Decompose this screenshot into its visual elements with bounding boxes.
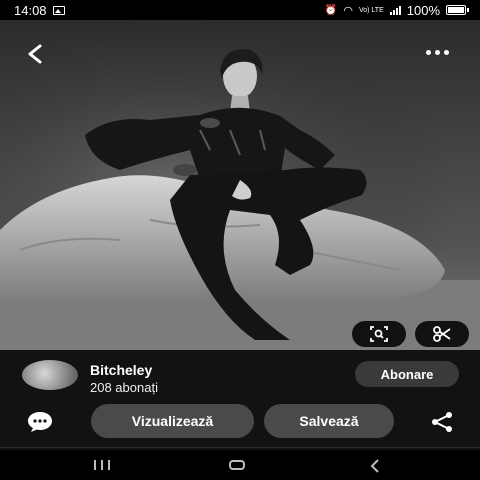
recents-icon[interactable] — [94, 460, 110, 470]
pin-info-panel: Bitcheley 208 abonați Abonare Vizualizea… — [0, 350, 480, 450]
network-type: Vo) LTE — [359, 7, 384, 14]
subscriber-count: 208 abonați — [90, 380, 158, 395]
avatar[interactable] — [22, 360, 78, 390]
view-button[interactable]: Vizualizează — [91, 404, 254, 438]
share-button[interactable] — [430, 411, 454, 433]
visual-search-button[interactable] — [352, 321, 406, 347]
gallery-notification-icon — [52, 5, 65, 15]
network-label: Vo) LTE — [358, 6, 384, 14]
battery-icon — [446, 5, 469, 15]
status-left: 14:08 — [14, 3, 65, 18]
battery-percent: 100% — [406, 2, 440, 18]
more-dot-icon — [426, 49, 431, 55]
scissors-icon — [433, 326, 451, 342]
alarm-icon: ⏰ — [324, 4, 338, 16]
status-right: ⏰ ◠ Vo) LTE 100% — [324, 2, 469, 18]
signal-icon — [389, 5, 401, 15]
follow-button[interactable]: Abonare — [355, 361, 459, 387]
home-icon[interactable] — [229, 460, 245, 470]
pin-photo-svg — [0, 20, 480, 350]
wifi-icon: ◠ — [343, 4, 353, 17]
back-chevron-icon — [370, 459, 379, 473]
status-bar: 14:08 ⏰ ◠ Vo) LTE 100% — [0, 0, 480, 20]
more-options-button[interactable] — [426, 44, 458, 60]
share-icon — [432, 412, 452, 432]
status-time: 14:08 — [14, 2, 47, 18]
comment-icon — [28, 412, 52, 432]
scissors-button[interactable] — [415, 321, 469, 347]
back-arrow-icon — [28, 44, 42, 64]
pin-image[interactable] — [0, 20, 480, 350]
back-button[interactable] — [22, 42, 50, 66]
creator-name[interactable]: Bitcheley — [90, 362, 152, 378]
comment-button[interactable] — [26, 410, 54, 434]
visual-search-icon — [370, 326, 388, 342]
more-dot-icon — [444, 49, 449, 55]
divider — [0, 447, 480, 448]
more-dot-icon — [435, 49, 440, 55]
back-nav-icon[interactable] — [368, 459, 382, 473]
save-button[interactable]: Salvează — [264, 404, 394, 438]
system-nav-bar — [0, 450, 480, 480]
